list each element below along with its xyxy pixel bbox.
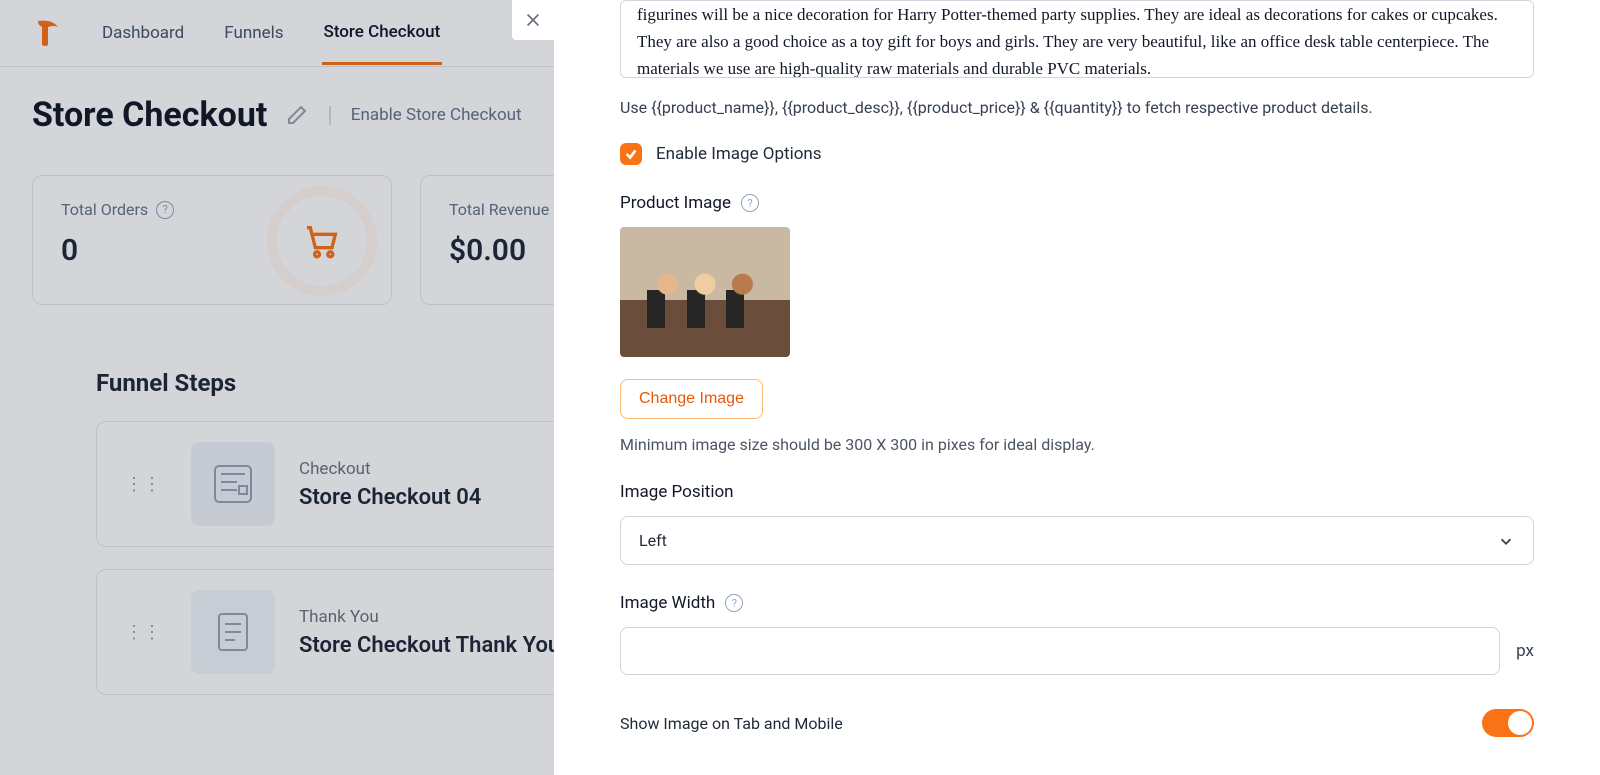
help-icon[interactable]: ? bbox=[741, 194, 759, 212]
show-image-mobile-label: Show Image on Tab and Mobile bbox=[620, 714, 843, 733]
placeholders-hint: Use {{product_name}}, {{product_desc}}, … bbox=[620, 98, 1534, 117]
enable-image-options-label: Enable Image Options bbox=[656, 144, 822, 164]
close-icon[interactable] bbox=[512, 0, 554, 40]
product-image-label: Product Image bbox=[620, 193, 731, 213]
image-width-input[interactable] bbox=[620, 627, 1500, 675]
chevron-down-icon bbox=[1497, 532, 1515, 550]
change-image-button[interactable]: Change Image bbox=[620, 379, 763, 419]
enable-image-options-checkbox[interactable] bbox=[620, 143, 642, 165]
image-position-label: Image Position bbox=[620, 482, 734, 502]
show-image-mobile-toggle[interactable] bbox=[1482, 709, 1534, 737]
help-icon[interactable]: ? bbox=[725, 594, 743, 612]
product-description-input[interactable] bbox=[620, 0, 1534, 78]
image-width-unit: px bbox=[1516, 641, 1534, 661]
image-position-value: Left bbox=[639, 531, 667, 550]
product-image-preview bbox=[620, 227, 790, 357]
image-size-hint: Minimum image size should be 300 X 300 i… bbox=[620, 435, 1534, 454]
image-width-label: Image Width bbox=[620, 593, 715, 613]
image-position-select[interactable]: Left bbox=[620, 516, 1534, 565]
